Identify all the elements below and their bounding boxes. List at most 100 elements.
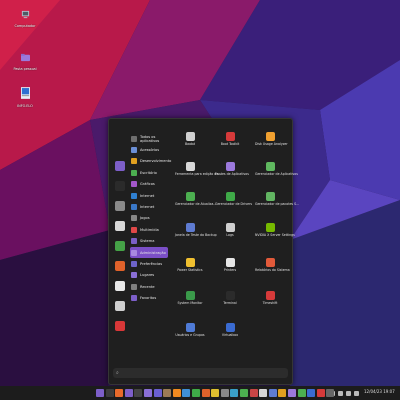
show-desktop-icon[interactable] [105, 389, 114, 397]
development-icon [131, 158, 137, 165]
app-launcher[interactable]: System Monitor [175, 291, 205, 306]
app-icon[interactable] [268, 389, 277, 397]
writer-icon[interactable] [182, 389, 191, 397]
app-launcher[interactable]: Usuários e Grupos [175, 323, 205, 338]
category-item[interactable]: Desenvolvimento [130, 156, 171, 167]
app-icon[interactable] [316, 389, 325, 397]
app-icon[interactable] [288, 389, 296, 397]
category-item[interactable]: Administração [130, 246, 168, 259]
app-launcher[interactable]: Virtualbox [215, 323, 245, 338]
category-label: Favoritos [140, 296, 157, 301]
office-icon [131, 169, 137, 176]
category-label: Internet [140, 205, 155, 210]
app-launcher[interactable]: Logs [215, 223, 245, 238]
app-launcher[interactable]: Printers [215, 258, 245, 273]
app-label: Terminal [223, 301, 237, 305]
terminal-icon [225, 291, 235, 300]
clock[interactable]: 12/04/23 19:07 [364, 389, 395, 394]
app-launcher[interactable]: Timeshift [255, 291, 285, 306]
category-label: Recente [140, 284, 155, 289]
category-item[interactable]: Acessórios [130, 144, 168, 155]
category-item[interactable]: Recente [130, 281, 168, 292]
logout-icon[interactable] [115, 301, 125, 311]
menu-icon[interactable] [96, 389, 104, 397]
category-item[interactable]: Escritório [130, 167, 168, 178]
app-icon[interactable] [249, 389, 258, 397]
green-app-icon[interactable] [115, 241, 125, 251]
logs-icon [225, 223, 235, 232]
editor-tool-icon [185, 162, 195, 171]
app-launcher[interactable]: Disk Usage Analyzer [255, 132, 288, 147]
app-launcher[interactable]: Gerenciador de pacotes S... [255, 192, 299, 207]
software-icon[interactable] [115, 261, 125, 271]
category-item[interactable]: Todos os aplicativos [130, 133, 168, 144]
app-launcher[interactable]: NVIDIA X Server Settings [255, 223, 295, 238]
app-icon[interactable] [307, 389, 316, 397]
settings-icon[interactable] [220, 389, 229, 397]
category-item[interactable]: Jogos [130, 213, 168, 224]
app-launcher[interactable]: Ferramenta para edição de... [175, 162, 221, 177]
calendar-icon[interactable] [115, 221, 125, 231]
lock-icon[interactable] [115, 281, 125, 291]
app-label: NVIDIA X Server Settings [255, 233, 295, 237]
app-launcher[interactable]: Janela de Teste da Backup [175, 223, 217, 238]
chrome-icon[interactable] [211, 389, 220, 397]
app-icon[interactable] [259, 389, 268, 397]
category-label: Jogos [140, 216, 150, 221]
category-item[interactable]: Multimídia [130, 224, 168, 235]
vlc-icon[interactable] [172, 389, 181, 397]
users-groups-icon [185, 323, 195, 332]
desktop-icon-info[interactable]: INFO.ELO [5, 84, 45, 108]
desktop-icon-label: Computador [14, 24, 36, 28]
nvidia-icon [265, 223, 275, 232]
power-icon[interactable] [115, 321, 125, 331]
folder-icon[interactable] [144, 389, 152, 397]
category-label: Gráficos [140, 182, 155, 187]
category-label: Escritório [140, 170, 157, 175]
terminal-icon[interactable] [134, 389, 143, 397]
search-icon: ⌕ [116, 370, 119, 376]
app-launcher[interactable]: Terminal [215, 291, 245, 306]
app-launcher[interactable]: Gerenciador de Drivers [215, 192, 252, 207]
app-launcher[interactable]: Gerenciador de Aplicativos [255, 162, 298, 177]
app-launcher[interactable]: Baobá [175, 132, 205, 147]
gimp-icon[interactable] [163, 389, 172, 397]
firefox-icon[interactable] [115, 389, 124, 397]
settings-icon[interactable] [115, 201, 125, 211]
impress-icon[interactable] [201, 389, 210, 397]
app-icon[interactable] [240, 389, 248, 397]
search-box[interactable]: ⌕ [113, 368, 288, 378]
calc-icon[interactable] [192, 389, 200, 397]
games-icon [131, 215, 137, 222]
app-icon[interactable] [278, 389, 287, 397]
category-item[interactable]: Sistema [130, 236, 168, 247]
files-icon[interactable] [124, 389, 133, 397]
category-item[interactable]: Gráficos [130, 179, 168, 190]
category-item[interactable]: Internet [130, 190, 168, 201]
app-icon[interactable] [230, 389, 239, 397]
app-launcher[interactable]: Power Statistics [175, 258, 205, 273]
app-launcher[interactable]: Fontes de Aplicativos [215, 162, 249, 177]
category-item[interactable]: Favoritos [130, 292, 168, 303]
category-item[interactable]: Internet [130, 201, 168, 212]
app-label: Boot Toolkit [220, 142, 240, 146]
desktop-icon-home[interactable]: Pasta pessoal [5, 47, 45, 71]
app-label: Baobá [184, 142, 196, 146]
notifications-icon[interactable] [354, 390, 359, 396]
app-launcher[interactable]: Relatórios do Sistema [255, 258, 290, 273]
boot-toolkit-icon [225, 132, 235, 141]
file-manager-icon[interactable] [115, 161, 125, 171]
app-icon[interactable] [297, 389, 306, 397]
app-icon[interactable] [326, 389, 335, 397]
app-launcher[interactable]: Gerenciador de Atualiza... [175, 192, 216, 207]
battery-icon[interactable] [346, 390, 351, 396]
category-item[interactable]: Lugares [130, 270, 168, 281]
grid-icon [131, 135, 137, 142]
volume-icon[interactable] [338, 390, 343, 396]
system-reports-icon [265, 258, 275, 267]
terminal-icon[interactable] [115, 181, 125, 191]
folder-icon[interactable] [153, 389, 162, 397]
desktop-icon-computer[interactable]: Computador [5, 4, 45, 28]
app-launcher[interactable]: Boot Toolkit [215, 132, 245, 147]
category-item[interactable]: Preferências [130, 258, 168, 269]
